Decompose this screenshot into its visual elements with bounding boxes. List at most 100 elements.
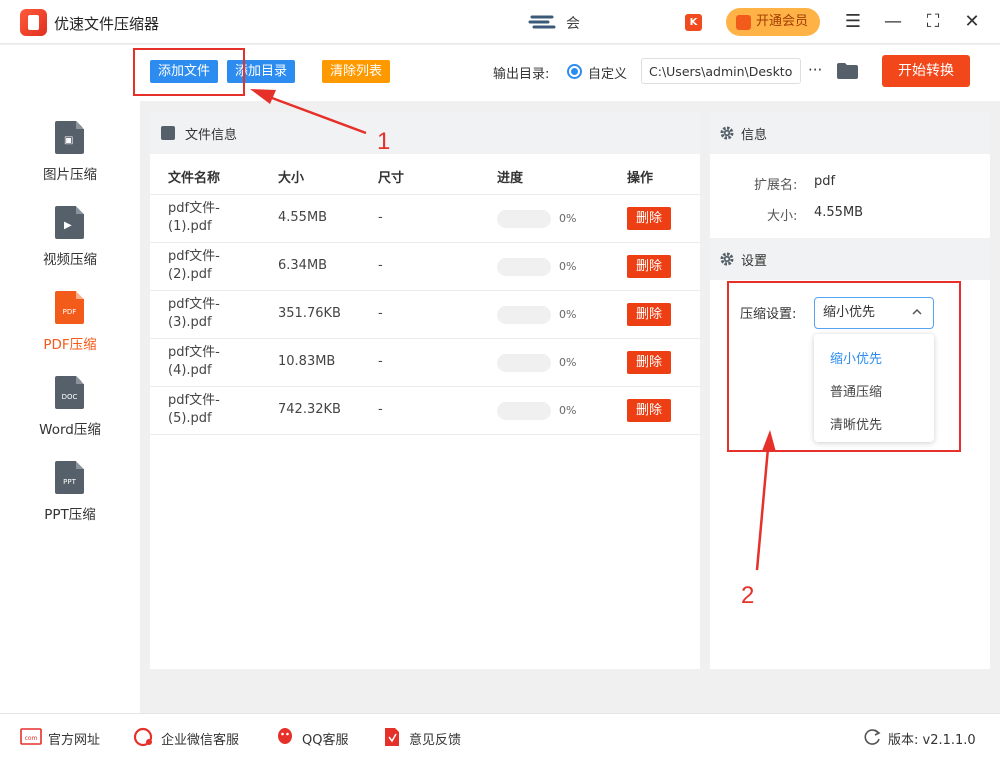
column-header-action: 操作 [627, 171, 654, 186]
sidebar-item-pdf[interactable]: PDF PDF压缩 [0, 291, 140, 371]
k-app-icon[interactable]: K [685, 14, 702, 31]
file-name: pdf文件-(2).pdf [168, 249, 220, 282]
table-row: pdf文件-(4).pdf 10.83MB - 0% 删除 [150, 339, 700, 387]
delete-button[interactable]: 删除 [627, 207, 671, 230]
table-row: pdf文件-(5).pdf 742.32KB - 0% 删除 [150, 387, 700, 435]
partner-text[interactable]: 会 [566, 13, 580, 33]
file-dimensions: - [378, 402, 383, 417]
progress-bar [497, 402, 551, 420]
file-info-panel: 文件信息 文件名称 大小 尺寸 进度 操作 pdf文件-(1).pdf 4.55… [150, 112, 700, 669]
maximize-icon[interactable]: ⛶ [921, 10, 945, 34]
delete-button[interactable]: 删除 [627, 303, 671, 326]
file-dimensions: - [378, 306, 383, 321]
website-icon[interactable]: com [20, 727, 42, 747]
file-name: pdf文件-(5).pdf [168, 393, 220, 426]
close-icon[interactable]: ✕ [960, 10, 984, 34]
info-panel-header: 信息 [710, 112, 990, 154]
output-path-input[interactable] [641, 58, 801, 84]
file-panel-title: 文件信息 [185, 128, 238, 143]
ext-value: pdf [814, 174, 836, 189]
version-text: 版本: v2.1.1.0 [888, 733, 976, 748]
menu-icon[interactable]: ☰ [841, 10, 865, 34]
ppt-file-icon: PPT [55, 461, 84, 494]
toolbar: 添加文件 添加目录 清除列表 输出目录: 自定义 ··· 开始转换 [140, 45, 1000, 101]
column-header-size: 大小 [278, 171, 305, 186]
progress-bar [497, 210, 551, 228]
annotation-number-2: 2 [741, 582, 755, 609]
table-row: pdf文件-(2).pdf 6.34MB - 0% 删除 [150, 243, 700, 291]
partner-s-icon[interactable] [528, 12, 558, 32]
column-header-progress: 进度 [497, 171, 524, 186]
more-icon[interactable]: ··· [808, 58, 826, 82]
sidebar-item-label: 视频压缩 [43, 252, 97, 268]
feedback-link[interactable]: 意见反馈 [409, 729, 461, 748]
vip-button[interactable]: 开通会员 [726, 8, 820, 36]
image-file-icon: ▣ [55, 121, 84, 154]
refresh-icon[interactable] [862, 727, 884, 747]
progress-text: 0% [559, 308, 577, 321]
annotation-box-1 [133, 48, 245, 96]
progress-bar [497, 306, 551, 324]
progress-text: 0% [559, 404, 577, 417]
feedback-icon[interactable] [381, 727, 403, 747]
delete-button[interactable]: 删除 [627, 255, 671, 278]
footer: com 官方网址 企业微信客服 QQ客服 意见反馈 版本: v2.1.1.0 [0, 713, 1000, 760]
sidebar-item-word[interactable]: DOC Word压缩 [0, 376, 140, 456]
file-panel-header: 文件信息 [150, 112, 700, 154]
website-link[interactable]: 官方网址 [48, 729, 100, 748]
delete-button[interactable]: 删除 [627, 399, 671, 422]
size-label: 大小: [767, 209, 798, 224]
gear-icon [720, 252, 734, 266]
file-dimensions: - [378, 210, 383, 225]
app-logo-icon [20, 9, 47, 36]
output-dir-label: 输出目录: [493, 67, 550, 82]
wechat-support-link[interactable]: 企业微信客服 [161, 729, 239, 748]
table-row: pdf文件-(3).pdf 351.76KB - 0% 删除 [150, 291, 700, 339]
file-name: pdf文件-(3).pdf [168, 297, 220, 330]
vip-label: 开通会员 [756, 14, 809, 29]
app-title: 优速文件压缩器 [54, 15, 160, 33]
custom-radio[interactable] [567, 64, 582, 79]
table-row: pdf文件-(1).pdf 4.55MB - 0% 删除 [150, 195, 700, 243]
sidebar-item-image[interactable]: ▣ 图片压缩 [0, 121, 140, 201]
sidebar-item-label: PPT压缩 [44, 507, 96, 523]
file-name: pdf文件-(4).pdf [168, 345, 220, 378]
annotation-box-2 [727, 281, 961, 452]
sidebar-item-video[interactable]: ▶ 视频压缩 [0, 206, 140, 286]
progress-text: 0% [559, 356, 577, 369]
wechat-icon[interactable] [133, 727, 155, 747]
custom-radio-label[interactable]: 自定义 [588, 63, 627, 82]
file-size: 742.32KB [278, 402, 341, 417]
clear-list-button[interactable]: 清除列表 [322, 60, 391, 83]
delete-button[interactable]: 删除 [627, 351, 671, 374]
ext-label: 扩展名: [754, 178, 798, 193]
column-header-dimensions: 尺寸 [378, 171, 405, 186]
sidebar-item-label: PDF压缩 [43, 337, 97, 353]
progress-bar [497, 258, 551, 276]
vip-icon [736, 15, 751, 30]
doc-file-icon: DOC [55, 376, 84, 409]
file-dimensions: - [378, 354, 383, 369]
qq-support-link[interactable]: QQ客服 [302, 729, 348, 748]
file-name: pdf文件-(1).pdf [168, 201, 220, 234]
file-size: 4.55MB [278, 210, 328, 225]
sidebar: ▣ 图片压缩 ▶ 视频压缩 PDF PDF压缩 DOC Word压缩 PPT P… [0, 45, 140, 713]
sidebar-item-label: Word压缩 [39, 422, 101, 438]
file-dimensions: - [378, 258, 383, 273]
progress-bar [497, 354, 551, 372]
start-convert-button[interactable]: 开始转换 [882, 55, 970, 87]
sidebar-item-ppt[interactable]: PPT PPT压缩 [0, 461, 140, 541]
file-size: 6.34MB [278, 258, 328, 273]
settings-panel-title: 设置 [741, 254, 768, 269]
video-file-icon: ▶ [55, 206, 84, 239]
progress-text: 0% [559, 212, 577, 225]
folder-icon[interactable] [837, 63, 858, 79]
qq-icon[interactable] [274, 727, 296, 747]
title-bar: 优速文件压缩器 会 K 开通会员 ☰ — ⛶ ✕ [0, 0, 1000, 44]
file-size: 10.83MB [278, 354, 336, 369]
pdf-file-icon: PDF [55, 291, 84, 324]
size-value: 4.55MB [814, 205, 864, 220]
info-panel-title: 信息 [741, 128, 768, 143]
gear-icon [720, 126, 734, 140]
minimize-icon[interactable]: — [881, 10, 905, 34]
